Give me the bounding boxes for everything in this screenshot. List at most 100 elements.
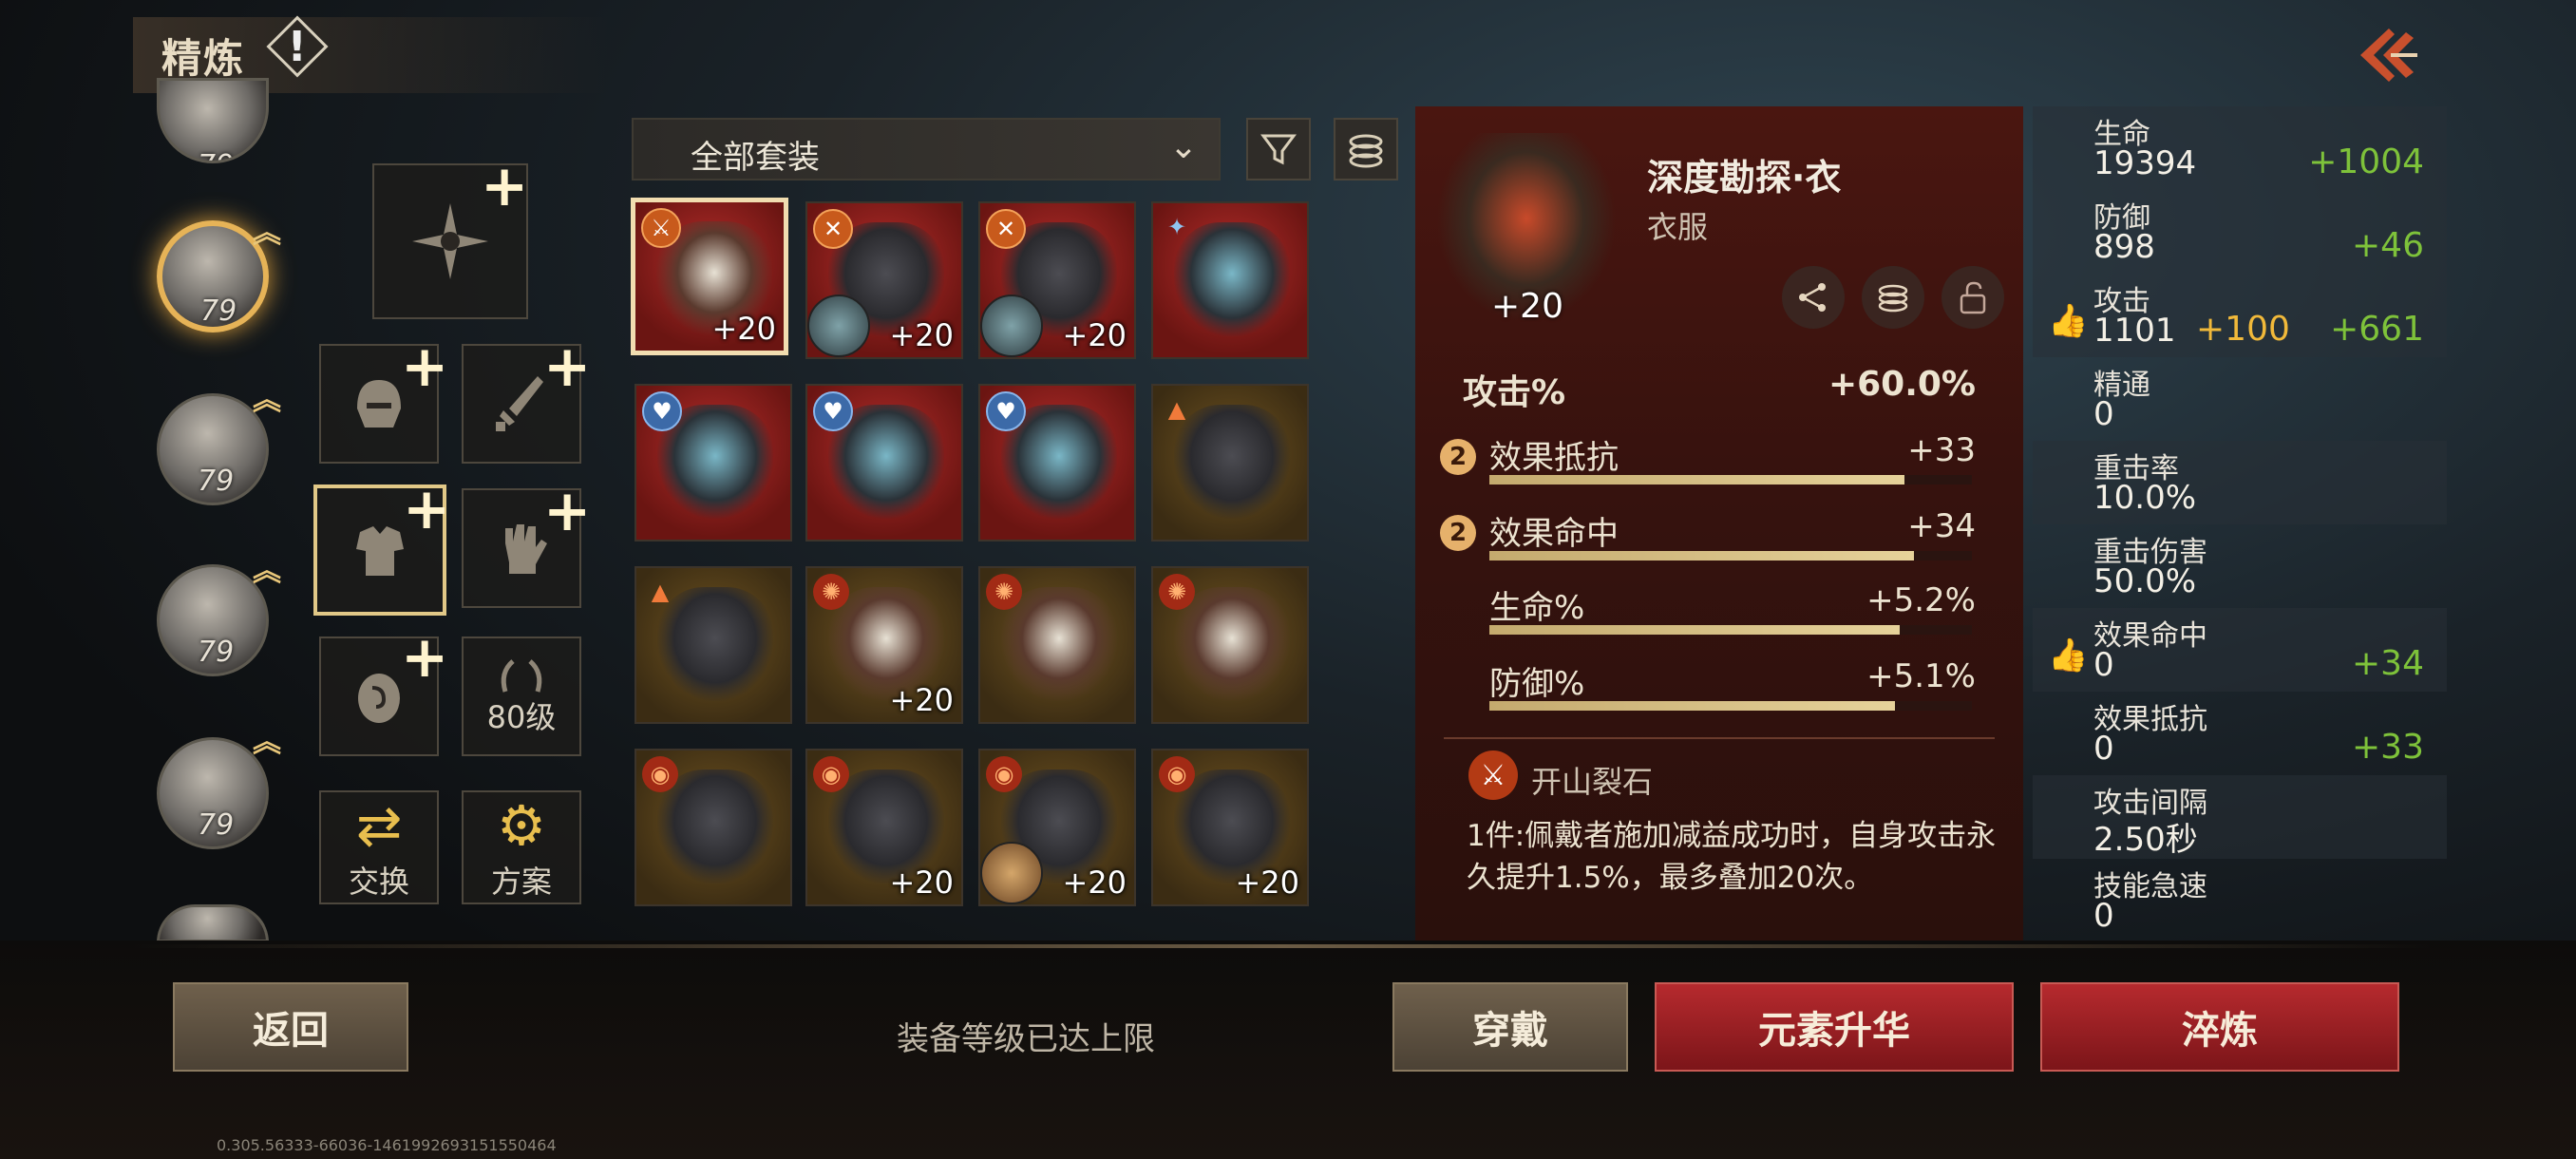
- substat-bar: [1489, 625, 1972, 635]
- back-arrow-icon[interactable]: [2351, 17, 2427, 93]
- divider-ornament: [133, 944, 2432, 948]
- compare-button[interactable]: [1862, 266, 1924, 329]
- stat-bonus: +46: [2352, 226, 2424, 265]
- chevron-down-icon: ⌄: [1168, 127, 1198, 166]
- substat-bar-fill: [1489, 475, 1904, 484]
- set-badge-icon: ✺: [813, 574, 849, 610]
- swap-button[interactable]: ⇄ 交换: [319, 790, 439, 904]
- inventory-item[interactable]: ✕ +20: [978, 201, 1136, 359]
- armor-icon: [1174, 405, 1290, 519]
- substat-row: 效果抵抗 +33: [1489, 431, 1976, 478]
- set-badge-icon: ♥: [642, 391, 682, 431]
- share-icon: [1799, 283, 1826, 312]
- lock-button[interactable]: [1941, 266, 2004, 329]
- inventory-item[interactable]: ◉: [635, 749, 792, 906]
- stat-effect-hit: 👍 效果命中 0 +34: [2033, 608, 2447, 692]
- armor-icon: [1174, 587, 1290, 701]
- inventory-item[interactable]: ▲: [1151, 384, 1309, 542]
- stat-bonus: +1004: [2308, 142, 2424, 181]
- inventory-item[interactable]: ✕ +20: [805, 201, 963, 359]
- hero-portrait[interactable]: [157, 904, 269, 942]
- inventory-item[interactable]: ◉ +20: [978, 749, 1136, 906]
- substat-bar: [1489, 551, 1972, 560]
- stat-skill-haste: 技能急速 0: [2033, 859, 2447, 942]
- armor-icon: [657, 770, 773, 884]
- inventory-item[interactable]: ♥: [635, 384, 792, 542]
- level-label: 80级: [486, 699, 557, 735]
- inventory-item[interactable]: ✺: [978, 566, 1136, 724]
- sublimate-button[interactable]: 元素升华: [1655, 982, 2014, 1072]
- thumbs-up-icon: 👍: [2048, 302, 2089, 340]
- set-badge-icon: ✦: [1166, 214, 1187, 240]
- stat-value: 19394: [2093, 144, 2197, 182]
- set-badge-icon: ◉: [1159, 756, 1195, 792]
- equip-button[interactable]: 穿戴: [1392, 982, 1628, 1072]
- substat-bar-fill: [1489, 551, 1915, 560]
- set-badge-icon: ▲: [651, 579, 670, 605]
- stats-panel: 生命 19394 +1004 防御 898 +46 👍 攻击 1101 +100…: [2033, 106, 2447, 942]
- add-icon: +: [403, 476, 451, 542]
- plan-button[interactable]: ⚙ 方案: [462, 790, 581, 904]
- owner-avatar: [980, 842, 1043, 904]
- page-title: 精炼: [161, 35, 246, 82]
- back-button[interactable]: 返回: [173, 982, 408, 1072]
- item-name: 深度勘探·衣: [1647, 157, 1842, 199]
- set-badge-icon: ♥: [813, 391, 853, 431]
- set-name: 开山裂石: [1531, 764, 1654, 800]
- inventory-item[interactable]: ▲: [635, 566, 792, 724]
- substat-row: 效果命中 +34: [1489, 507, 1976, 554]
- set-badge-icon: ◉: [813, 756, 849, 792]
- unlock-icon: [1960, 281, 1986, 314]
- filter-button[interactable]: [1246, 118, 1311, 180]
- status-text: 装备等级已达上限: [897, 1020, 1155, 1058]
- inventory-item[interactable]: ◉ +20: [805, 749, 963, 906]
- stat-hp: 生命 19394 +1004: [2033, 106, 2447, 190]
- inventory-item[interactable]: ✺: [1151, 566, 1309, 724]
- rank-up-icon: ︽: [253, 384, 281, 417]
- substat-row: 生命% +5.2%: [1489, 581, 1976, 628]
- set-filter-dropdown[interactable]: 全部套装 ⌄: [632, 118, 1221, 180]
- level-slot[interactable]: 80级: [462, 636, 581, 756]
- share-button[interactable]: [1782, 266, 1845, 329]
- inventory-item[interactable]: ◉ +20: [1151, 749, 1309, 906]
- inventory-item-selected[interactable]: ⚔ +20: [631, 198, 788, 355]
- set-badge-icon: ◉: [986, 756, 1022, 792]
- hero-portrait[interactable]: 79: [157, 78, 269, 163]
- substat-label: 效果命中: [1489, 515, 1619, 553]
- substat-value: +5.2%: [1866, 581, 1976, 619]
- substat-rank-badge: 2: [1440, 439, 1476, 475]
- stat-value: 10.0%: [2093, 479, 2197, 517]
- refine-button[interactable]: 淬炼: [2040, 982, 2399, 1072]
- add-icon: +: [481, 153, 529, 219]
- stat-value: 0: [2093, 646, 2114, 684]
- main-stat-label: 攻击%: [1463, 373, 1566, 412]
- main-stat-value: +60.0%: [1828, 365, 1976, 404]
- hero-level: 79: [198, 465, 235, 498]
- stat-value: 2.50秒: [2093, 821, 2198, 859]
- inventory-item[interactable]: ✦: [1151, 201, 1309, 359]
- sort-button[interactable]: [1334, 118, 1398, 180]
- substat-bar: [1489, 475, 1972, 484]
- main-stat-row: 攻击% +60.0%: [1463, 365, 1976, 414]
- stat-value: 1101: [2093, 312, 2176, 350]
- inventory-item[interactable]: ♥: [978, 384, 1136, 542]
- set-description: 1件:佩戴者施加减益成功时，自身攻击永久提升1.5%，最多叠加20次。: [1467, 819, 1997, 895]
- substat-bar: [1489, 701, 1972, 711]
- add-icon: +: [543, 478, 592, 544]
- rank-up-icon: ︽: [253, 726, 281, 759]
- stat-mastery: 精通 0: [2033, 357, 2447, 441]
- stack-icon: [1878, 284, 1908, 313]
- owner-avatar: [807, 294, 870, 357]
- inventory-item[interactable]: ✺ +20: [805, 566, 963, 724]
- stat-attack-interval: 攻击间隔 2.50秒: [2033, 775, 2447, 859]
- hero-level: 79: [198, 808, 235, 842]
- rank-up-icon: ︽: [253, 555, 281, 588]
- stat-value: 0: [2093, 897, 2114, 935]
- substat-bar-fill: [1489, 625, 1900, 635]
- set-badge-icon: ▲: [1167, 396, 1186, 423]
- substat-value: +5.1%: [1866, 657, 1976, 695]
- dropdown-label: 全部套装: [691, 139, 820, 177]
- swap-icon: ⇄: [355, 793, 403, 858]
- item-type: 衣服: [1647, 209, 1709, 245]
- inventory-item[interactable]: ♥: [805, 384, 963, 542]
